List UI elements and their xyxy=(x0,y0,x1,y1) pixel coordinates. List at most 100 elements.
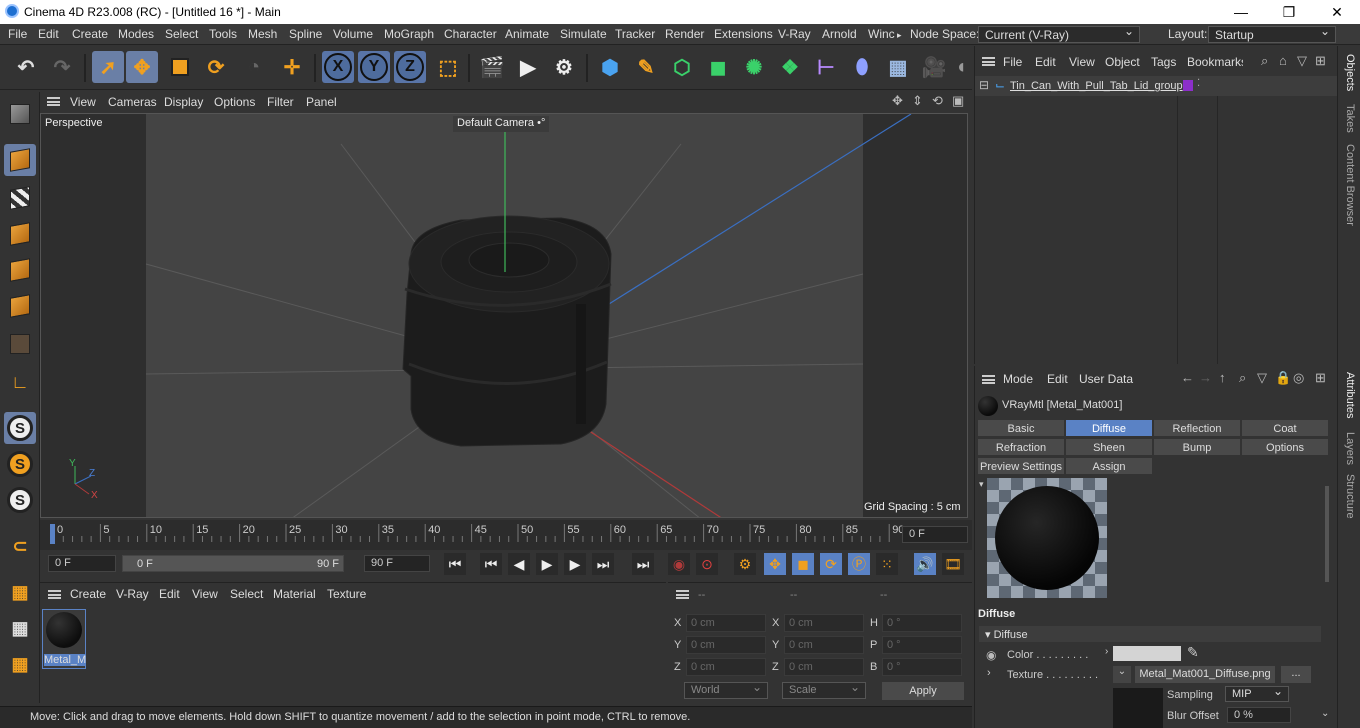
undo-icon[interactable]: ↶ xyxy=(10,51,42,83)
obj-menu-tags[interactable]: Tags xyxy=(1151,55,1176,69)
side-tab-layers[interactable]: Layers xyxy=(1344,432,1356,465)
menu-tools[interactable]: Tools xyxy=(209,27,237,41)
tab-basic[interactable]: Basic xyxy=(977,419,1065,437)
size-x-field[interactable]: 0 cm xyxy=(784,614,864,632)
locked-workplane-icon[interactable]: ▦ xyxy=(4,612,36,644)
solo-single-icon[interactable]: S xyxy=(4,448,36,480)
tab-refraction[interactable]: Refraction xyxy=(977,438,1065,456)
menu-spline[interactable]: Spline xyxy=(289,27,322,41)
material-swatch[interactable]: Metal_M xyxy=(42,609,87,669)
preview-scrollbar[interactable] xyxy=(1325,486,1329,582)
side-tab-structure[interactable]: Structure xyxy=(1344,474,1356,519)
pos-z-field[interactable]: 0 cm xyxy=(686,658,766,676)
coordinate-system-icon[interactable]: ⬚ xyxy=(432,51,464,83)
maximize-button[interactable]: ❐ xyxy=(1274,2,1304,22)
3d-viewport[interactable]: Y Z X Perspective Default Camera •° Grid… xyxy=(40,113,968,518)
object-name[interactable]: Tin_Can_With_Pull_Tab_Lid_group xyxy=(1010,80,1183,92)
mat-menu-view[interactable]: View xyxy=(192,587,218,601)
tab-bump[interactable]: Bump xyxy=(1153,438,1241,456)
apply-button[interactable]: Apply xyxy=(882,682,964,700)
keyframe-selection-icon[interactable]: ⚙ xyxy=(734,553,756,575)
eyedropper-icon[interactable]: ✎ xyxy=(1187,644,1199,661)
tab-reflection[interactable]: Reflection xyxy=(1153,419,1241,437)
viewport-rotate-icon[interactable]: ⟲ xyxy=(932,93,943,109)
mograph-fracture-icon[interactable]: ❖ xyxy=(774,51,806,83)
texture-expand-icon[interactable]: › xyxy=(987,667,991,679)
attr-menu-user-data[interactable]: User Data xyxy=(1079,372,1133,386)
cloner-icon[interactable]: ✺ xyxy=(738,51,770,83)
minimize-button[interactable]: — xyxy=(1226,2,1256,22)
tab-diffuse[interactable]: Diffuse xyxy=(1065,419,1153,437)
menu-extensions[interactable]: Extensions xyxy=(714,27,773,41)
filter-icon[interactable]: ▽ xyxy=(1297,53,1307,69)
menu-create[interactable]: Create xyxy=(72,27,108,41)
select-tool-icon[interactable]: ➚ xyxy=(92,51,124,83)
texture-dropdown-icon[interactable]: ⌄ xyxy=(1113,666,1131,683)
playhead-marker[interactable] xyxy=(50,524,55,544)
pos-x-field[interactable]: 0 cm xyxy=(686,614,766,632)
attributes-hamburger-icon[interactable] xyxy=(982,375,995,384)
render-view-icon[interactable]: 🎬 xyxy=(476,51,508,83)
camera-link-icon[interactable]: •° xyxy=(537,117,545,129)
viewport-menu-filter[interactable]: Filter xyxy=(267,95,294,109)
y-axis-lock-button[interactable]: Y xyxy=(358,51,390,83)
polygons-mode-icon[interactable] xyxy=(4,290,36,322)
obj-menu-object[interactable]: Object xyxy=(1105,55,1140,69)
key-parameter-icon[interactable]: Ⓟ xyxy=(848,553,870,575)
key-pla-icon[interactable]: ⁙ xyxy=(876,553,898,575)
menu-animate[interactable]: Animate xyxy=(505,27,549,41)
viewport-dolly-icon[interactable]: ⇕ xyxy=(912,93,923,109)
menu-mograph[interactable]: MoGraph xyxy=(384,27,434,41)
x-axis-lock-button[interactable]: X xyxy=(322,51,354,83)
viewport-menu-panel[interactable]: Panel xyxy=(306,95,337,109)
next-key-icon[interactable]: ⏭ xyxy=(592,553,614,575)
field-icon[interactable]: ⬮ xyxy=(846,51,878,83)
menu-render[interactable]: Render xyxy=(665,27,704,41)
lock-icon[interactable]: 🔒 xyxy=(1275,370,1291,386)
deformer-icon[interactable]: ⊢ xyxy=(810,51,842,83)
tab-coat[interactable]: Coat xyxy=(1241,419,1329,437)
attr-menu-edit[interactable]: Edit xyxy=(1047,372,1068,386)
play-icon[interactable]: ▶ xyxy=(536,553,558,575)
tab-sheen[interactable]: Sheen xyxy=(1065,438,1153,456)
close-button[interactable]: ✕ xyxy=(1322,2,1352,22)
object-row[interactable]: ⊟ ⌙ Tin_Can_With_Pull_Tab_Lid_group ⁚ xyxy=(975,76,1337,96)
go-to-start-icon[interactable]: ⏮ xyxy=(444,553,466,575)
snap-magnet-icon[interactable]: ⊂ xyxy=(4,530,36,562)
axis-mode-icon[interactable]: ∟ xyxy=(4,366,36,398)
start-frame-field[interactable]: 0 F xyxy=(48,555,116,572)
camera-icon[interactable]: 🎥 xyxy=(918,51,950,83)
recent-tools-icon[interactable]: ◔ xyxy=(238,51,270,83)
texture-browse-button[interactable]: ... xyxy=(1281,666,1311,683)
rot-h-field[interactable]: 0 ° xyxy=(882,614,962,632)
edges-mode-icon[interactable] xyxy=(4,254,36,286)
search-icon[interactable]: ⌕ xyxy=(1239,370,1246,386)
scale-tool-icon[interactable] xyxy=(164,51,196,83)
key-scale-icon[interactable]: ◼ xyxy=(792,553,814,575)
go-to-end-icon[interactable]: ⏭ xyxy=(632,553,654,575)
coordinate-system-dropdown[interactable]: World xyxy=(684,680,768,699)
menu-vray[interactable]: V-Ray xyxy=(778,27,811,41)
material-manager-hamburger-icon[interactable] xyxy=(48,590,61,599)
rot-b-field[interactable]: 0 ° xyxy=(882,658,962,676)
film-strip-icon[interactable]: 🎞 xyxy=(942,553,964,575)
workplane-icon[interactable]: ▦ xyxy=(4,576,36,608)
end-frame-field[interactable]: 90 F xyxy=(364,555,430,572)
back-arrow-icon[interactable]: ← xyxy=(1181,370,1194,385)
home-icon[interactable]: ⌂ xyxy=(1279,53,1287,68)
viewport-menu-display[interactable]: Display xyxy=(164,95,203,109)
color-expand-icon[interactable]: › xyxy=(1105,646,1108,657)
menu-character[interactable]: Character xyxy=(444,27,497,41)
tab-assign[interactable]: Assign xyxy=(1065,457,1153,475)
floor-icon[interactable]: ▦ xyxy=(882,51,914,83)
viewport-maximize-icon[interactable]: ▣ xyxy=(952,93,964,109)
obj-menu-file[interactable]: File xyxy=(1003,55,1022,69)
side-tab-takes[interactable]: Takes xyxy=(1344,104,1356,133)
menu-file[interactable]: File xyxy=(8,27,27,41)
size-z-field[interactable]: 0 cm xyxy=(784,658,864,676)
model-mode-icon[interactable] xyxy=(4,144,36,176)
viewport-menu-view[interactable]: View xyxy=(70,95,96,109)
uv-mode-icon[interactable] xyxy=(4,328,36,360)
obj-menu-view[interactable]: View xyxy=(1069,55,1095,69)
menu-arnold[interactable]: Arnold xyxy=(822,27,857,41)
